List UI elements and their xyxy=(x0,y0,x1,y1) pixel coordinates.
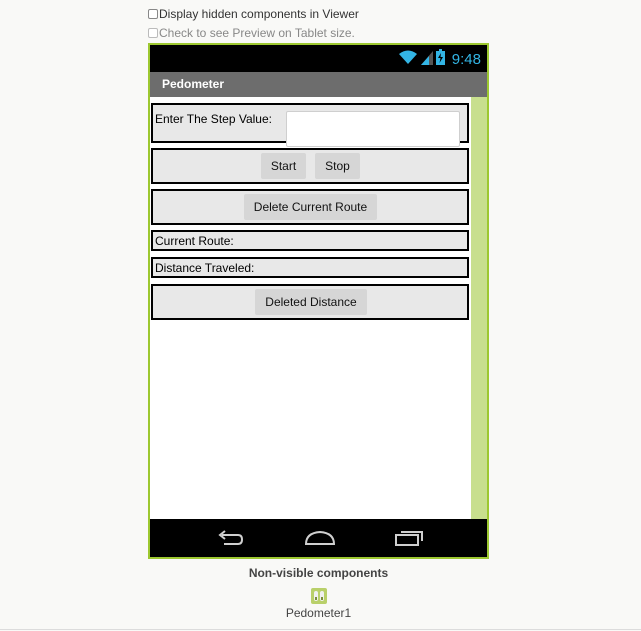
tablet-preview-option[interactable]: Check to see Preview on Tablet size. xyxy=(148,26,355,40)
battery-icon xyxy=(435,49,445,70)
distance-traveled-label: Distance Traveled: xyxy=(155,261,255,275)
screen-content: Enter The Step Value: Start Stop Delete … xyxy=(150,97,487,519)
step-value-input[interactable] xyxy=(286,111,460,147)
step-value-arrangement: Enter The Step Value: xyxy=(151,103,469,147)
designer-viewer: Display hidden components in Viewer Chec… xyxy=(0,0,641,631)
tablet-preview-label: Check to see Preview on Tablet size. xyxy=(159,26,355,40)
pedometer-component-name[interactable]: Pedometer1 xyxy=(0,606,637,620)
divider xyxy=(0,629,641,630)
stop-button[interactable]: Stop xyxy=(315,153,360,179)
screen-title: Pedometer xyxy=(150,72,487,97)
delete-current-route-button[interactable]: Delete Current Route xyxy=(244,194,377,220)
tablet-preview-checkbox[interactable] xyxy=(148,28,158,38)
wifi-icon xyxy=(398,49,418,70)
scrollbar[interactable] xyxy=(471,97,487,519)
delete-route-arrangement: Delete Current Route xyxy=(151,189,469,225)
non-visible-components-title: Non-visible components xyxy=(248,566,389,580)
recents-icon[interactable] xyxy=(394,529,424,552)
distance-traveled-arrangement: Distance Traveled: xyxy=(151,257,469,278)
home-icon[interactable] xyxy=(304,529,336,552)
hidden-components-option[interactable]: Display hidden components in Viewer xyxy=(148,7,359,21)
current-route-arrangement: Current Route: xyxy=(151,230,469,251)
hidden-components-checkbox[interactable] xyxy=(148,9,158,19)
start-stop-arrangement: Start Stop xyxy=(151,148,469,184)
status-bar: 9:48 xyxy=(150,45,487,72)
pedometer-icon[interactable] xyxy=(311,588,327,604)
deleted-distance-button[interactable]: Deleted Distance xyxy=(255,289,367,315)
deleted-distance-arrangement: Deleted Distance xyxy=(151,284,469,320)
start-button[interactable]: Start xyxy=(261,153,306,179)
current-route-label: Current Route: xyxy=(155,234,234,248)
nav-bar xyxy=(150,519,487,557)
signal-icon xyxy=(420,49,433,70)
step-value-label: Enter The Step Value: xyxy=(155,112,272,126)
status-time: 9:48 xyxy=(451,51,481,68)
hidden-components-label: Display hidden components in Viewer xyxy=(159,7,359,21)
back-icon[interactable] xyxy=(216,529,244,552)
phone-preview: 9:48 Pedometer Enter The Step Value: Sta… xyxy=(148,43,489,559)
